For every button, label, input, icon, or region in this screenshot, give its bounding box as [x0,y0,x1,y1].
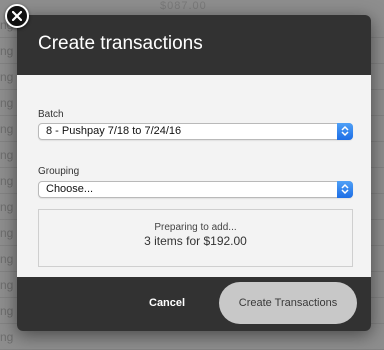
batch-select[interactable]: 8 - Pushpay 7/18 to 7/24/16 [38,123,353,140]
batch-label: Batch [38,109,64,120]
up-down-chevron-icon [337,181,353,198]
create-transactions-dialog: Create transactions Batch 8 - Pushpay 7/… [17,15,371,331]
dialog-title: Create transactions [38,33,203,54]
transaction-summary: Preparing to add... 3 items for $192.00 [38,209,353,267]
cancel-button[interactable]: Cancel [149,297,185,309]
grouping-label: Grouping [38,166,80,177]
dialog-header: Create transactions [17,15,371,75]
up-down-chevron-icon [337,123,353,140]
create-transactions-button[interactable]: Create Transactions [219,282,357,324]
dialog-footer: Cancel Create Transactions [17,277,371,331]
close-icon [12,11,22,21]
dialog-body: Batch 8 - Pushpay 7/18 to 7/24/16 Groupi… [17,75,371,277]
summary-status: Preparing to add... [154,222,237,233]
grouping-select-value: Choose... [46,183,94,195]
grouping-select[interactable]: Choose... [38,181,353,198]
background-top-text: $087.00 [160,0,207,12]
summary-totals: 3 items for $192.00 [144,234,247,248]
batch-select-value: 8 - Pushpay 7/18 to 7/24/16 [46,125,182,137]
close-button[interactable] [5,4,29,28]
